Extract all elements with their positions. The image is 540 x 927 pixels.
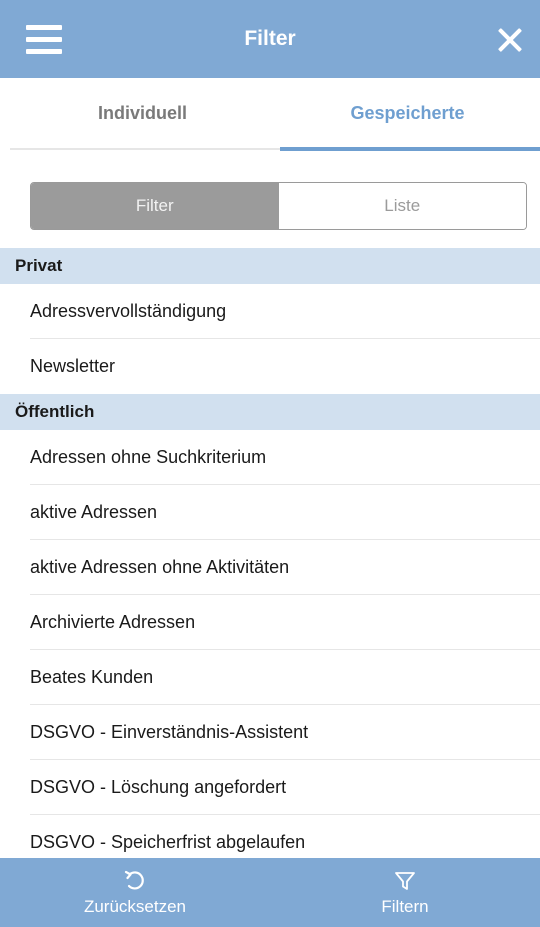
page-title: Filter — [244, 27, 296, 50]
apply-filter-button[interactable]: Filtern — [270, 858, 540, 927]
list-item[interactable]: Beates Kunden — [0, 650, 540, 705]
undo-icon — [124, 870, 144, 890]
view-mode-toggle: Filter Liste — [30, 182, 527, 230]
list-item[interactable]: Newsletter — [0, 339, 540, 394]
list-item[interactable]: aktive Adressen ohne Aktivitäten — [0, 540, 540, 595]
list-item[interactable]: Archivierte Adressen — [0, 595, 540, 650]
apply-filter-label: Filtern — [381, 896, 429, 916]
header-bar: Filter — [0, 0, 540, 78]
bottom-action-bar: Zurücksetzen Filtern — [0, 858, 540, 927]
list-item[interactable]: aktive Adressen — [0, 485, 540, 540]
list-item[interactable]: DSGVO - Löschung angefordert — [0, 760, 540, 815]
tab-bar: Individuell Gespeicherte — [10, 78, 540, 151]
section-header-private: Privat — [0, 248, 540, 284]
segment-list-button[interactable]: Liste — [278, 183, 526, 229]
section-header-public: Öffentlich — [0, 394, 540, 430]
reset-button[interactable]: Zurücksetzen — [0, 858, 270, 927]
funnel-icon — [395, 871, 415, 890]
close-icon[interactable] — [496, 26, 524, 54]
list-item[interactable]: DSGVO - Einverständnis-Assistent — [0, 705, 540, 760]
segment-filter-button[interactable]: Filter — [31, 183, 279, 229]
list-item[interactable]: Adressvervollständigung — [0, 284, 540, 339]
list-item[interactable]: Adressen ohne Suchkriterium — [0, 430, 540, 485]
saved-filter-list: Privat Adressvervollständigung Newslette… — [0, 248, 540, 870]
filter-screen: Filter Individuell Gespeicherte Filter L… — [0, 0, 540, 927]
hamburger-menu-icon[interactable] — [26, 25, 62, 55]
tab-gespeicherte[interactable]: Gespeicherte — [275, 78, 540, 151]
reset-label: Zurücksetzen — [83, 896, 187, 916]
tab-individuell[interactable]: Individuell — [10, 78, 275, 148]
